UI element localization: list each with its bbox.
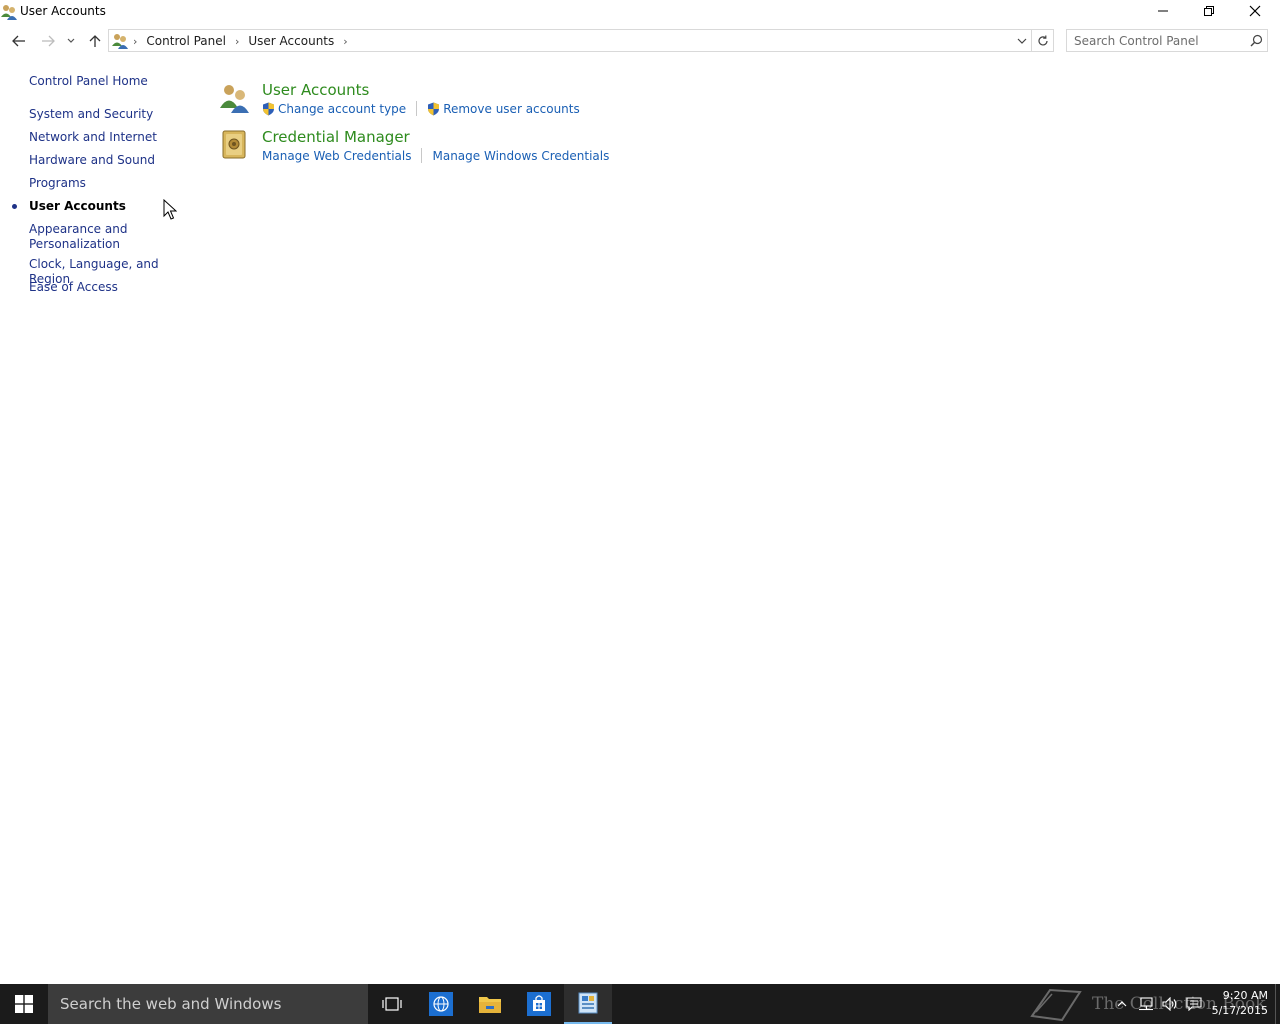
chevron-down-icon — [67, 38, 75, 43]
control-panel-home-link[interactable]: Control Panel Home — [29, 74, 148, 89]
back-button[interactable] — [8, 30, 30, 52]
task-view-icon — [382, 997, 402, 1011]
volume-tray-button[interactable] — [1158, 984, 1182, 1024]
show-desktop-button[interactable] — [1275, 984, 1280, 1024]
link-divider — [421, 148, 423, 163]
refresh-icon — [1037, 35, 1048, 45]
nav-appearance-and-personalization[interactable]: Appearance and Personalization — [29, 222, 127, 252]
window-title: User Accounts — [20, 4, 106, 18]
title-bar: User Accounts — [0, 0, 1280, 24]
breadcrumb-control-panel[interactable]: Control Panel — [146, 34, 226, 48]
address-history-button[interactable] — [1013, 30, 1031, 51]
credential-manager-vault-icon[interactable] — [218, 128, 252, 162]
show-hidden-icons-button[interactable] — [1110, 984, 1134, 1024]
action-center-button[interactable] — [1182, 984, 1206, 1024]
restore-button[interactable] — [1186, 0, 1232, 22]
control-panel-icon — [578, 992, 598, 1014]
user-accounts-location-icon — [111, 32, 129, 50]
refresh-button[interactable] — [1032, 29, 1054, 52]
user-accounts-title-link[interactable]: User Accounts — [262, 81, 369, 99]
globe-icon — [429, 992, 453, 1016]
uac-shield-icon — [263, 102, 274, 115]
nav-appearance-label-line2: Personalization — [29, 237, 120, 251]
book-icon — [1030, 988, 1082, 1022]
task-view-button[interactable] — [368, 984, 416, 1024]
search-icon[interactable] — [1250, 34, 1263, 50]
clock-date: 5/17/2015 — [1211, 1004, 1268, 1017]
credential-manager-task-links: Manage Web Credentials Manage Windows Cr… — [262, 148, 609, 163]
folder-icon — [479, 997, 501, 1013]
search-input[interactable] — [1067, 30, 1243, 51]
change-account-type-label: Change account type — [278, 101, 407, 116]
up-arrow-icon — [89, 35, 101, 47]
taskbar-control-panel-button[interactable] — [564, 984, 612, 1024]
nav-programs[interactable]: Programs — [29, 176, 86, 191]
mouse-pointer-icon — [163, 199, 177, 220]
close-icon — [1249, 5, 1261, 17]
breadcrumb-chevron-icon[interactable]: › — [343, 35, 347, 48]
store-bag-icon — [527, 992, 551, 1016]
minimize-button[interactable] — [1140, 0, 1186, 22]
chevron-down-icon — [1017, 38, 1027, 44]
speaker-icon — [1162, 997, 1177, 1011]
breadcrumb-chevron-icon[interactable]: › — [235, 35, 239, 48]
clock-time: 9:20 AM — [1222, 989, 1268, 1002]
nav-hardware-and-sound[interactable]: Hardware and Sound — [29, 153, 155, 168]
notification-icon — [1186, 997, 1202, 1011]
start-button[interactable] — [0, 984, 48, 1024]
user-accounts-task-links: Change account type Remove user accounts — [262, 101, 580, 116]
nav-network-and-internet[interactable]: Network and Internet — [29, 130, 157, 145]
current-item-bullet — [12, 204, 17, 209]
nav-appearance-label-line1: Appearance and — [29, 222, 128, 236]
network-icon — [1139, 997, 1153, 1011]
user-accounts-app-icon — [0, 3, 18, 21]
manage-windows-credentials-link[interactable]: Manage Windows Credentials — [432, 149, 609, 163]
manage-web-credentials-link[interactable]: Manage Web Credentials — [262, 149, 411, 163]
taskbar-store-button[interactable] — [515, 984, 563, 1024]
taskbar-search-placeholder: Search the web and Windows — [60, 995, 282, 1013]
taskbar: Search the web and Windows The Collectio… — [0, 984, 1280, 1024]
nav-ease-of-access[interactable]: Ease of Access — [29, 280, 118, 295]
nav-system-and-security[interactable]: System and Security — [29, 107, 153, 122]
back-arrow-icon — [12, 35, 25, 47]
restore-icon — [1204, 6, 1214, 16]
up-button[interactable] — [84, 30, 106, 52]
credential-manager-title-link[interactable]: Credential Manager — [262, 128, 410, 146]
address-bar[interactable]: › Control Panel › User Accounts › — [108, 29, 1032, 52]
recent-locations-button[interactable] — [61, 30, 81, 52]
breadcrumb-chevron-icon[interactable]: › — [133, 35, 137, 48]
link-divider — [416, 101, 418, 116]
navigation-bar: › Control Panel › User Accounts › — [0, 28, 1280, 54]
taskbar-file-explorer-button[interactable] — [466, 984, 514, 1024]
network-tray-button[interactable] — [1134, 984, 1158, 1024]
breadcrumb: › Control Panel › User Accounts › — [131, 34, 357, 48]
user-accounts-icon[interactable] — [218, 81, 252, 115]
remove-user-accounts-link[interactable]: Remove user accounts — [427, 102, 580, 116]
windows-logo-icon — [15, 995, 33, 1013]
forward-arrow-icon — [42, 35, 55, 47]
minimize-icon — [1158, 10, 1168, 12]
chevron-up-icon — [1117, 1001, 1127, 1007]
taskbar-clock[interactable]: 9:20 AM 5/17/2015 — [1206, 988, 1268, 1018]
system-tray — [1110, 984, 1206, 1024]
remove-user-accounts-label: Remove user accounts — [443, 101, 580, 116]
nav-user-accounts: User Accounts — [29, 199, 126, 213]
change-account-type-link[interactable]: Change account type — [262, 102, 406, 116]
search-box[interactable] — [1066, 29, 1268, 52]
breadcrumb-user-accounts[interactable]: User Accounts — [248, 34, 334, 48]
forward-button[interactable] — [37, 30, 59, 52]
uac-shield-icon — [428, 102, 440, 115]
close-button[interactable] — [1232, 0, 1278, 22]
taskbar-search-box[interactable]: Search the web and Windows — [48, 984, 368, 1024]
taskbar-browser-button[interactable] — [417, 984, 465, 1024]
